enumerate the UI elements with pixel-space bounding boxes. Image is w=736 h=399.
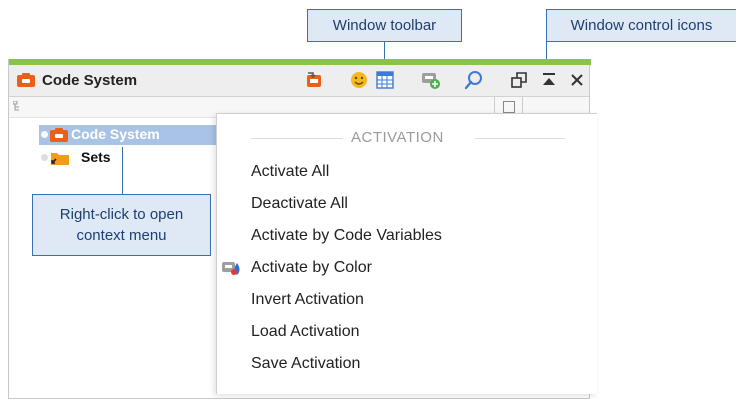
callout-right-click-line1: Right-click to open (59, 206, 184, 223)
menu-item-load-activation[interactable]: Load Activation (217, 316, 597, 348)
menu-item-label: Activate by Color (251, 259, 372, 276)
table-icon[interactable] (375, 70, 395, 90)
folder-icon (51, 153, 69, 165)
menu-item-label: Activate by Code Variables (251, 227, 442, 244)
tree-item-sets[interactable]: Sets (39, 148, 223, 168)
menu-item-save-activation[interactable]: Save Activation (217, 348, 597, 380)
menu-item-label: Deactivate All (251, 195, 348, 212)
search-icon[interactable] (464, 70, 484, 90)
add-code-icon[interactable] (421, 70, 441, 90)
menu-item-label: Save Activation (251, 355, 361, 372)
menu-header-text: ACTIVATION (351, 129, 444, 146)
tree-item-code-system[interactable]: Code System (39, 125, 223, 145)
column-checkbox[interactable] (503, 101, 515, 113)
menu-header-rule-right (475, 138, 565, 139)
menu-item-activate-by-code-variables[interactable]: Activate by Code Variables (217, 220, 597, 252)
callout-window-toolbar-text: Window toolbar (332, 17, 437, 34)
context-menu: ACTIVATION Activate All Deactivate All A… (216, 113, 597, 394)
callout-window-toolbar: Window toolbar (307, 9, 462, 42)
menu-item-label: Invert Activation (251, 291, 364, 308)
code-system-icon (17, 73, 35, 87)
callout-right-click-leader (122, 147, 123, 194)
menu-item-activate-all[interactable]: Activate All (217, 156, 597, 188)
minimize-icon[interactable] (539, 70, 559, 90)
menu-item-activate-by-color[interactable]: Activate by Color (217, 252, 597, 284)
tree-bullet (41, 131, 48, 138)
smiley-icon[interactable] (349, 70, 369, 90)
code-system-icon (50, 128, 68, 142)
window-titlebar: Code System (9, 65, 589, 97)
callout-right-click-line2: context menu (76, 227, 167, 244)
color-palette-icon (222, 262, 240, 275)
menu-header-rule-left (251, 138, 343, 139)
menu-item-label: Activate All (251, 163, 330, 180)
tree-bullet (41, 154, 48, 161)
tree-item-label: Sets (81, 149, 111, 165)
menu-item-label: Load Activation (251, 323, 360, 340)
close-icon[interactable] (567, 70, 587, 90)
window-title: Code System (42, 72, 138, 89)
undock-icon[interactable] (509, 70, 529, 90)
menu-item-deactivate-all[interactable]: Deactivate All (217, 188, 597, 220)
callout-window-control-icons: Window control icons (546, 9, 736, 42)
menu-section-header: ACTIVATION (217, 128, 597, 148)
menu-item-invert-activation[interactable]: Invert Activation (217, 284, 597, 316)
hierarchy-icon[interactable] (13, 101, 25, 113)
tree-item-label: Code System (71, 126, 160, 142)
callout-right-click: Right-click to open context menu (32, 194, 211, 256)
retrieve-icon[interactable] (304, 70, 324, 90)
callout-window-control-icons-text: Window control icons (570, 17, 713, 34)
